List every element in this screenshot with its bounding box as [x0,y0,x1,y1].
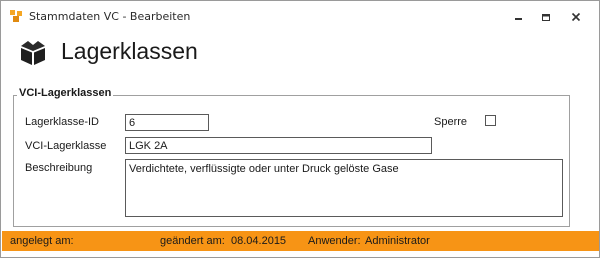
status-bar: angelegt am: geändert am: 08.04.2015 Anw… [2,231,599,251]
title-bar[interactable]: Stammdaten VC - Bearbeiten [1,1,599,31]
sperre-label: Sperre [434,116,468,128]
sperre-checkbox[interactable] [485,115,496,126]
window-title: Stammdaten VC - Bearbeiten [29,10,191,23]
user-label: Anwender: [308,235,361,247]
close-icon [571,12,581,22]
user-value: Administrator [365,235,430,247]
restore-icon [542,14,550,21]
created-label: angelegt am: [10,235,74,247]
restore-button[interactable] [536,7,556,25]
beschreibung-textarea[interactable]: Verdichtete, verflüssigte oder unter Dru… [125,159,563,217]
box-icon [18,40,48,66]
cubes-icon [10,9,23,22]
minimize-button[interactable] [509,7,529,25]
vci-lagerklasse-input[interactable] [125,137,432,154]
changed-label: geändert am: [160,235,225,247]
minimize-icon [515,18,522,20]
page-title: Lagerklassen [61,38,198,64]
lagerklasse-id-input[interactable] [125,114,209,131]
close-button[interactable] [566,7,586,25]
lagerklasse-id-label: Lagerklasse-ID [25,116,99,128]
changed-value: 08.04.2015 [231,235,287,247]
vci-lagerklasse-label: VCI-Lagerklasse [25,140,107,152]
edit-window: Stammdaten VC - Bearbeiten Lagerklassen … [0,0,600,258]
group-legend: VCI-Lagerklassen [17,87,114,99]
beschreibung-label: Beschreibung [25,162,93,174]
